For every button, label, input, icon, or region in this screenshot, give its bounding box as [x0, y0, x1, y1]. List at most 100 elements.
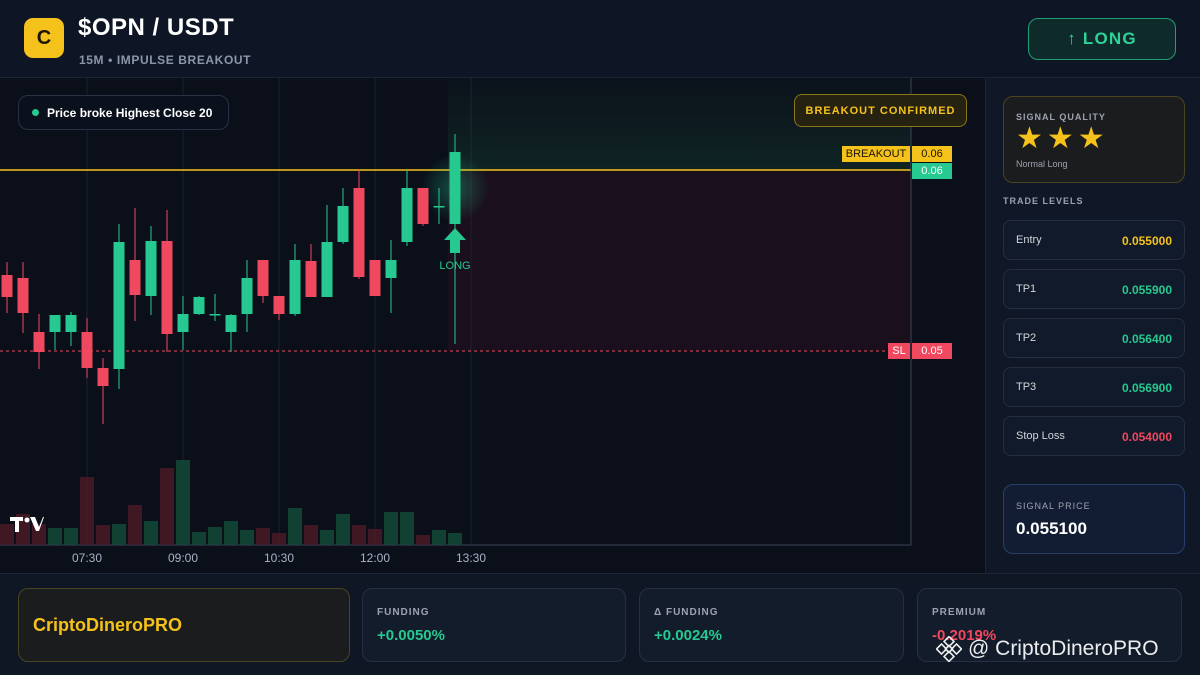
candle-body [385, 260, 397, 278]
volume-bar [176, 460, 190, 545]
volume-bar [448, 533, 462, 545]
candle-body [113, 242, 125, 369]
signal-quality-subtitle: Normal Long [1016, 159, 1068, 169]
candle-body [273, 296, 285, 314]
volume-bar [224, 521, 238, 545]
volume-bar [208, 527, 222, 545]
breakout-tag: BREAKOUT [842, 146, 910, 162]
level-label: TP2 [1016, 332, 1037, 344]
time-label-0900: 09:00 [167, 551, 199, 565]
candle-body [17, 278, 29, 313]
price-tag: 0.06 [912, 163, 952, 179]
volume-bar [192, 532, 206, 545]
candle-body [225, 315, 237, 332]
watermark-text: @ CriptoDineroPRO [968, 637, 1159, 660]
level-label: TP3 [1016, 381, 1037, 393]
candle-body [449, 152, 461, 224]
level-tp1: TP1 0.055900 [1003, 269, 1185, 309]
candle-body [369, 260, 381, 296]
volume-bar [240, 530, 254, 545]
tradingview-logo[interactable] [10, 515, 44, 539]
volume-bar [128, 505, 142, 545]
candle-body [337, 206, 349, 242]
volume-bar [64, 528, 78, 545]
delta-funding-card: Δ FUNDING +0.0024% [639, 588, 904, 662]
brand-card: CriptoDineroPRO [18, 588, 350, 662]
long-signal-label: LONG [439, 260, 470, 272]
level-value: 0.056900 [1121, 381, 1172, 395]
signal-quality-title: SIGNAL QUALITY [1016, 112, 1106, 122]
volume-bar [352, 525, 366, 545]
candle-body [321, 242, 333, 297]
star-rating-icon: ★★★ [1016, 122, 1109, 155]
candle-body [209, 314, 221, 316]
volume-bar [80, 477, 94, 545]
long-direction-button[interactable]: ↑ LONG [1028, 18, 1176, 60]
level-entry: Entry 0.055000 [1003, 220, 1185, 260]
candle-body [433, 206, 445, 208]
volume-bar [400, 512, 414, 545]
right-panel: SIGNAL QUALITY ★★★ Normal Long TRADE LEV… [985, 78, 1200, 573]
volume-bar [48, 528, 62, 545]
volume-bar [272, 533, 286, 545]
info-pill-text: Price broke Highest Close 20 [47, 105, 213, 120]
risk-zone [448, 170, 911, 351]
candle-body [289, 260, 301, 314]
volume-bar [304, 525, 318, 545]
candle-body [241, 278, 253, 314]
candle-body [65, 315, 77, 332]
app-logo: C [24, 18, 64, 58]
candle-body [193, 297, 205, 314]
brand-name: CriptoDineroPRO [33, 615, 183, 635]
level-label: Entry [1016, 234, 1042, 246]
sl-tag: SL [888, 343, 910, 359]
volume-bar [288, 508, 302, 545]
volume-bar [368, 529, 382, 545]
volume-bar [144, 521, 158, 545]
volume-bar [112, 524, 126, 545]
volume-bar [384, 512, 398, 545]
candle-body [401, 188, 413, 242]
funding-value: +0.0050% [377, 627, 445, 644]
level-label: TP1 [1016, 283, 1037, 295]
volume-bar [160, 468, 174, 545]
info-pill: Price broke Highest Close 20 [18, 95, 229, 130]
signal-price-value: 0.055100 [1016, 519, 1087, 538]
chart-canvas: LONG [0, 78, 912, 546]
candle-body [417, 188, 429, 224]
sl-value-tag: 0.05 [912, 343, 952, 359]
header: C $OPN / USDT 15M • IMPULSE BREAKOUT ↑ L… [0, 0, 1200, 78]
level-tp2: TP2 0.056400 [1003, 318, 1185, 358]
signal-price-card: SIGNAL PRICE 0.055100 [1003, 484, 1185, 554]
volume-bar [432, 530, 446, 545]
level-value: 0.055900 [1121, 283, 1172, 297]
candle-body [129, 260, 141, 295]
time-label-0730: 07:30 [71, 551, 103, 565]
signal-quality-card: SIGNAL QUALITY ★★★ Normal Long [1003, 96, 1185, 183]
volume-bar [256, 528, 270, 545]
level-value: 0.055000 [1121, 234, 1172, 248]
candle-body [257, 260, 269, 296]
level-tp3: TP3 0.056900 [1003, 367, 1185, 407]
pair-subtitle: 15M • IMPULSE BREAKOUT [79, 53, 252, 67]
level-value: 0.054000 [1121, 430, 1172, 444]
funding-card: FUNDING +0.0050% [362, 588, 626, 662]
candle-body [161, 241, 173, 334]
volume-bar [320, 530, 334, 545]
candle-body [177, 314, 189, 332]
funding-title: FUNDING [377, 607, 430, 618]
candle-body [49, 315, 61, 332]
watermark: @ CriptoDineroPRO [936, 634, 1159, 664]
breakout-value-tag: 0.06 [912, 146, 952, 162]
volume-bar [416, 535, 430, 545]
price-chart[interactable]: LONG Price broke Highest Close 20 BREAKO… [0, 78, 985, 573]
level-value: 0.056400 [1121, 332, 1172, 346]
time-label-1030: 10:30 [263, 551, 295, 565]
premium-title: PREMIUM [932, 607, 987, 618]
level-label: Stop Loss [1016, 430, 1065, 442]
status-dot-icon [32, 109, 39, 116]
time-label-1330: 13:30 [455, 551, 487, 565]
candle-body [33, 332, 45, 352]
trade-levels-title: TRADE LEVELS [1003, 196, 1084, 206]
candle-body [305, 261, 317, 297]
